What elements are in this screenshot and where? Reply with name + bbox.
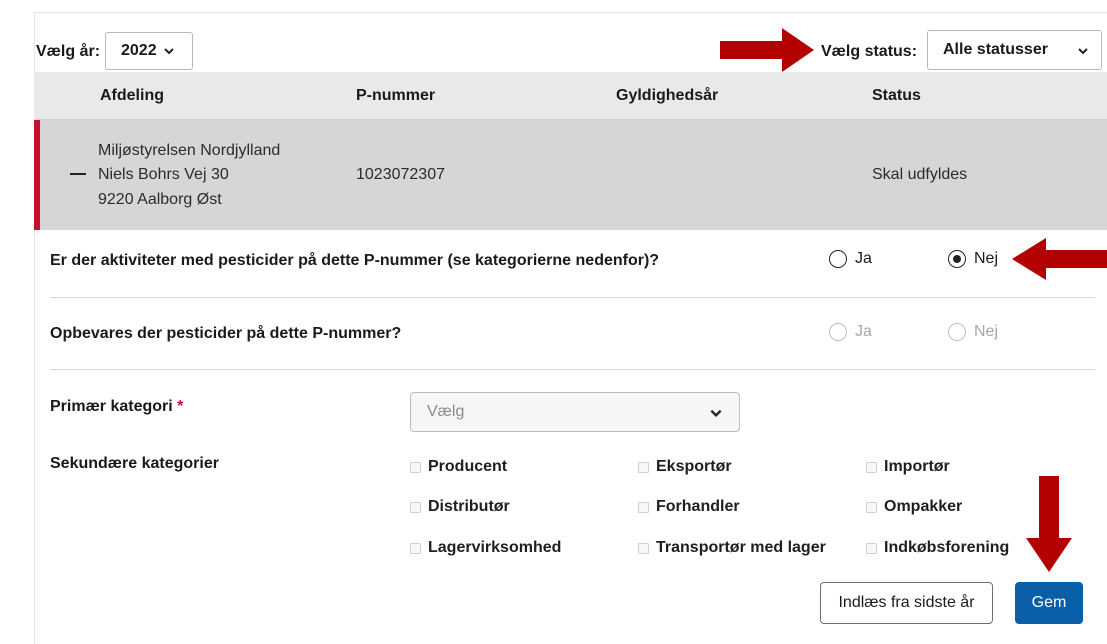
checkbox-label: Forhandler xyxy=(656,498,740,515)
save-button[interactable]: Gem xyxy=(1015,582,1083,624)
arrow-left-icon xyxy=(1012,238,1107,280)
checkbox-label: Importør xyxy=(884,458,950,475)
checkbox-lagervirksomhed[interactable]: Lagervirksomhed xyxy=(410,539,561,557)
checkbox-icon xyxy=(638,461,649,473)
question-storage: Opbevares der pesticider på dette P-numm… xyxy=(50,325,402,342)
column-header-status[interactable]: Status xyxy=(872,87,921,105)
checkbox-icon xyxy=(866,461,877,473)
checkbox-label: Producent xyxy=(428,458,508,475)
status-value: Skal udfyldes xyxy=(872,166,968,183)
primary-category-placeholder: Vælg xyxy=(427,403,465,420)
chevron-down-icon xyxy=(1077,45,1089,57)
arrow-right-icon xyxy=(720,28,814,72)
dept-address: Niels Bohrs Vej 30 xyxy=(98,166,229,183)
collapse-icon[interactable] xyxy=(70,173,86,175)
radio-circle-icon xyxy=(829,250,847,268)
primary-category-label: Primær kategori * xyxy=(50,398,183,416)
primary-category-select[interactable]: Vælg xyxy=(410,392,740,432)
radio-circle-icon xyxy=(829,323,847,341)
dept-name: Miljøstyrelsen Nordjylland xyxy=(98,142,281,159)
checkbox-icon xyxy=(410,461,421,473)
arrow-down-icon xyxy=(1026,476,1072,572)
checkbox-label: Indkøbsforening xyxy=(884,539,1010,556)
radio-label: Nej xyxy=(974,323,999,340)
checkbox-icon xyxy=(410,501,421,513)
checkbox-label: Eksportør xyxy=(656,458,732,475)
radio-storage-no[interactable]: Nej xyxy=(948,323,998,341)
status-select[interactable]: Alle statusser xyxy=(927,30,1102,70)
question-activities: Er der aktiviteter med pesticider på det… xyxy=(50,252,660,269)
p-number-value: 1023072307 xyxy=(356,166,445,183)
checkbox-label: Ompakker xyxy=(884,498,963,515)
checkbox-icon xyxy=(866,501,877,513)
checkbox-indkobsforening[interactable]: Indkøbsforening xyxy=(866,539,1009,557)
checkbox-eksportor[interactable]: Eksportør xyxy=(638,458,732,476)
checkbox-distributor[interactable]: Distributør xyxy=(410,498,510,516)
column-header-gyldighedsar[interactable]: Gyldighedsår xyxy=(616,87,718,105)
radio-label: Ja xyxy=(855,323,872,340)
checkbox-icon xyxy=(638,501,649,513)
checkbox-transportor-med-lager[interactable]: Transportør med lager xyxy=(638,539,826,557)
radio-circle-icon xyxy=(948,323,966,341)
checkbox-forhandler[interactable]: Forhandler xyxy=(638,498,740,516)
secondary-category-label: Sekundære kategorier xyxy=(50,455,219,472)
radio-label: Nej xyxy=(974,250,999,267)
column-header-p-nummer[interactable]: P-nummer xyxy=(356,87,435,105)
checkbox-importor[interactable]: Importør xyxy=(866,458,950,476)
table-row[interactable]: Miljøstyrelsen Nordjylland Niels Bohrs V… xyxy=(34,120,1107,230)
checkbox-label: Distributør xyxy=(428,498,510,515)
checkbox-producent[interactable]: Producent xyxy=(410,458,507,476)
divider xyxy=(50,369,1095,370)
year-select-value: 2022 xyxy=(121,42,157,59)
checkbox-icon xyxy=(638,542,649,554)
primary-category-label-text: Primær kategori xyxy=(50,398,173,415)
year-select[interactable]: 2022 xyxy=(105,32,193,70)
load-last-year-button[interactable]: Indlæs fra sidste år xyxy=(820,582,993,624)
required-mark: * xyxy=(177,398,184,415)
checkbox-icon xyxy=(410,542,421,554)
checkbox-label: Lagervirksomhed xyxy=(428,539,562,556)
status-select-value: Alle statusser xyxy=(943,41,1048,58)
radio-activities-yes[interactable]: Ja xyxy=(829,250,872,268)
checkbox-label: Transportør med lager xyxy=(656,539,826,556)
radio-selected-icon xyxy=(948,250,966,268)
chevron-down-icon xyxy=(709,406,723,425)
dept-city: 9220 Aalborg Øst xyxy=(98,191,222,208)
checkbox-ompakker[interactable]: Ompakker xyxy=(866,498,962,516)
column-header-afdeling[interactable]: Afdeling xyxy=(100,87,164,105)
radio-label: Ja xyxy=(855,250,872,267)
chevron-down-icon xyxy=(163,45,175,57)
status-label: Vælg status: xyxy=(821,43,918,60)
checkbox-icon xyxy=(866,542,877,554)
year-label: Vælg år: xyxy=(36,43,101,60)
radio-activities-no[interactable]: Nej xyxy=(948,250,998,268)
radio-storage-yes[interactable]: Ja xyxy=(829,323,872,341)
divider xyxy=(50,297,1095,298)
table-header: Afdeling P-nummer Gyldighedsår Status xyxy=(34,72,1107,120)
